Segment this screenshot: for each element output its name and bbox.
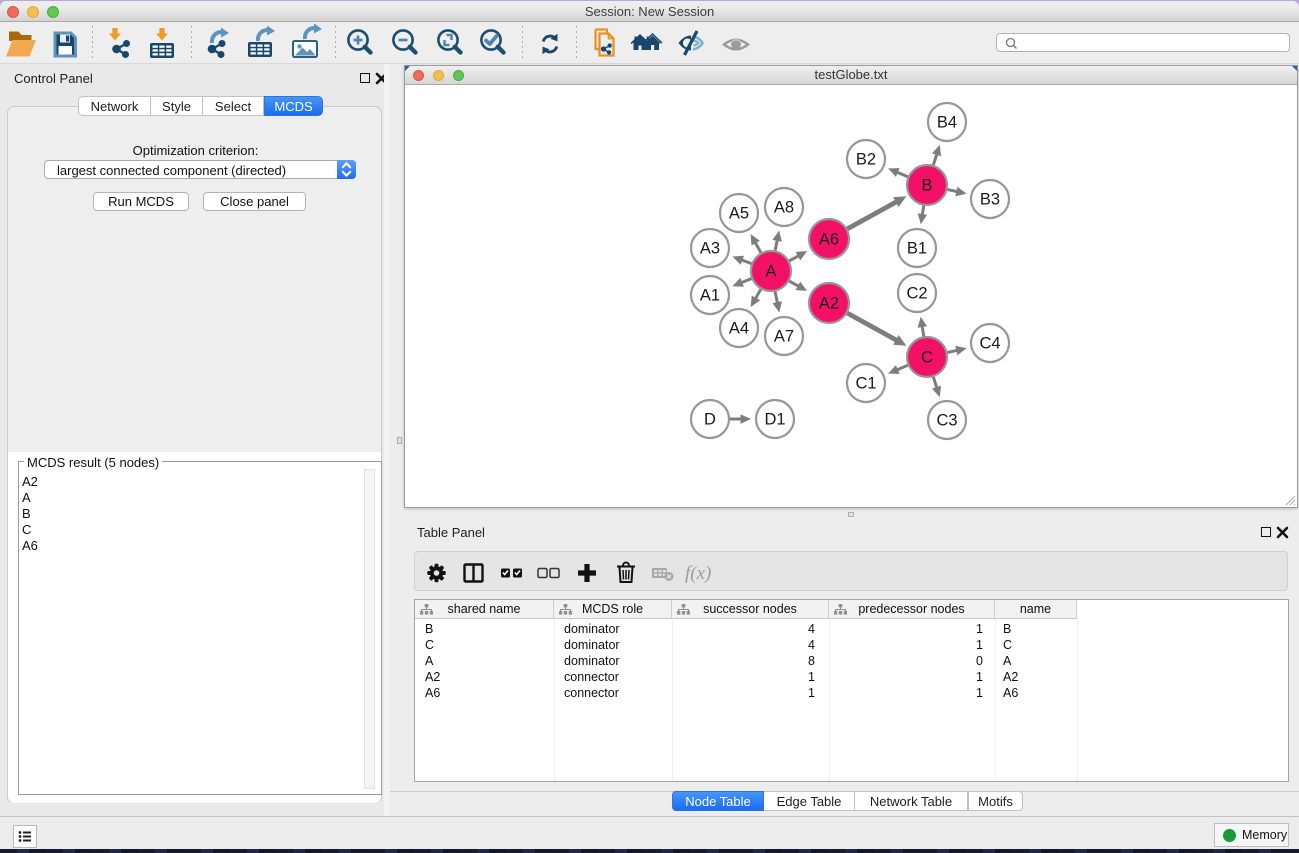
- svg-text:A8: A8: [774, 199, 794, 217]
- svg-text:B2: B2: [856, 151, 876, 169]
- svg-text:B1: B1: [907, 240, 927, 258]
- svg-text:C: C: [921, 349, 933, 367]
- svg-text:D1: D1: [764, 411, 785, 429]
- svg-text:C2: C2: [906, 285, 927, 303]
- svg-text:D: D: [704, 411, 716, 429]
- svg-text:A7: A7: [774, 328, 794, 346]
- svg-text:C1: C1: [855, 375, 876, 393]
- svg-text:A3: A3: [700, 240, 720, 258]
- svg-text:B: B: [921, 177, 932, 195]
- svg-text:B4: B4: [937, 114, 957, 132]
- svg-text:A2: A2: [819, 295, 839, 313]
- svg-text:A4: A4: [729, 320, 749, 338]
- svg-text:A5: A5: [729, 205, 749, 223]
- svg-text:A6: A6: [819, 231, 839, 249]
- svg-text:A: A: [765, 263, 776, 281]
- svg-text:C3: C3: [936, 412, 957, 430]
- svg-text:B3: B3: [980, 191, 1000, 209]
- svg-text:f(x): f(x): [685, 563, 711, 584]
- svg-text:C4: C4: [979, 335, 1000, 353]
- svg-text:A1: A1: [700, 287, 720, 305]
